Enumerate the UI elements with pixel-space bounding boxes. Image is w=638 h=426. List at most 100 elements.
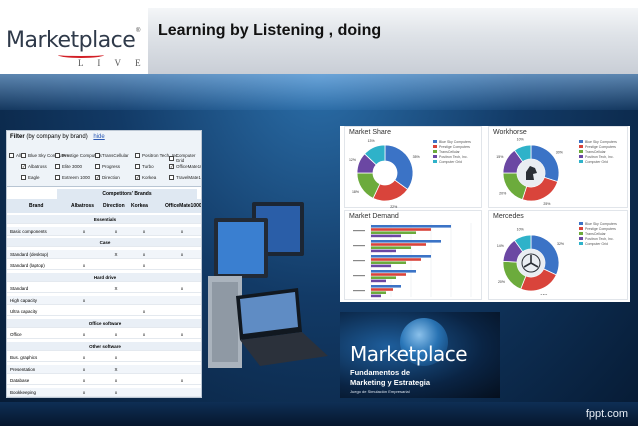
demand-bar: [371, 243, 426, 246]
checkbox-label: Extreem 1000: [62, 175, 91, 180]
demand-bar: [371, 234, 401, 238]
table-row: Ultra capacity x: [7, 307, 201, 316]
slice-label: 15%: [496, 155, 503, 159]
legend-label: Blue Sky Computers: [585, 139, 617, 144]
demand-bar: [371, 228, 431, 231]
checkbox[interactable]: ✓: [95, 175, 100, 180]
workhorse-chart: Workhorse 30% 25% 20% 15% 10% Blue Sky Comput…: [488, 126, 628, 208]
column-header: Direction: [103, 203, 125, 209]
legend-swatch: [579, 237, 583, 240]
checkbox[interactable]: ✓: [21, 164, 26, 169]
demand-bar: [371, 264, 391, 268]
promo-brand: Marketplace: [350, 342, 468, 366]
filter-option-checkbox[interactable]: Eagle: [21, 175, 40, 180]
slice-label: 22%: [390, 205, 397, 209]
legend-label: Prestige Computers: [585, 144, 616, 149]
checkbox-label: OfficeMate1000: [176, 164, 201, 169]
table-row: Presentation x X: [7, 364, 201, 374]
checkbox[interactable]: [21, 153, 26, 158]
checkbox[interactable]: ✓: [169, 164, 174, 169]
filter-hide-link[interactable]: hide: [93, 134, 104, 140]
filter-option-checkbox[interactable]: TravelMate1000: [169, 175, 201, 180]
filter-option-checkbox[interactable]: Elite 3000: [55, 164, 82, 169]
row-label: Standard (laptop): [10, 263, 45, 268]
checkbox[interactable]: ✓: [135, 175, 140, 180]
checkbox[interactable]: [95, 153, 100, 158]
checkbox-label: TravelMate1000: [176, 175, 201, 180]
checkbox[interactable]: [135, 153, 140, 158]
slice-label: 10%: [517, 138, 524, 142]
table-cell: x: [114, 378, 118, 383]
row-label: Standard: [10, 286, 29, 291]
legend-entry: Prestige Computers: [433, 144, 471, 149]
legend-label: TransCellular: [585, 149, 606, 154]
table-cell: x: [142, 309, 146, 314]
table-cell: X: [114, 251, 118, 257]
market-share-chart: Market Share 35% 22% 18% 12% 13% Blue Sky Com…: [344, 126, 482, 209]
demand-bar: [371, 294, 381, 298]
legend-swatch: [433, 140, 437, 143]
marketplace-promo-banner: Marketplace Fundamentos de Marketing y E…: [340, 312, 500, 398]
competitors-brands-header: Competitors' Brands: [57, 189, 197, 199]
filter-option-checkbox[interactable]: ✓ Direction: [95, 175, 120, 180]
table-cell: x: [82, 366, 86, 372]
demand-bar: [371, 225, 451, 228]
table-cell: x: [114, 228, 118, 234]
legend-entry: Blue Sky Computers: [579, 139, 617, 144]
checkbox-label: Turbo: [142, 164, 154, 169]
computers-illustration: [208, 202, 328, 368]
filter-option-checkbox[interactable]: Turbo: [135, 164, 154, 169]
filter-option-checkbox[interactable]: TransCellular: [95, 153, 129, 158]
filter-option-checkbox[interactable]: ✓ Korkea: [135, 175, 156, 180]
row-label: Basic components: [10, 228, 47, 234]
table-section-row: Office software: [7, 318, 201, 328]
filter-option-checkbox[interactable]: Extreem 1000: [55, 175, 90, 180]
legend-label: Computer Grid: [585, 241, 608, 246]
checkbox[interactable]: [21, 175, 26, 180]
legend-label: Positron Tech, Inc.: [585, 236, 614, 241]
table-cell: x: [142, 251, 146, 257]
checkbox[interactable]: [135, 164, 140, 169]
filter-option-checkbox[interactable]: ✓ Albatross: [21, 164, 47, 169]
table-cell: x: [82, 263, 86, 268]
checkbox[interactable]: [55, 164, 60, 169]
table-section-row: Essentials: [7, 215, 201, 224]
table-cell: X: [114, 286, 118, 291]
checkbox[interactable]: [169, 175, 174, 180]
legend-label: Blue Sky Computers: [585, 221, 617, 226]
table-cell: x: [180, 378, 184, 383]
legend-label: Computer Grid: [585, 159, 608, 164]
legend-swatch: [433, 145, 437, 148]
table-cell: x: [180, 251, 184, 257]
row-label: Ultra capacity: [10, 309, 38, 314]
table-section-row: Case: [7, 238, 201, 247]
table-cell: x: [114, 389, 118, 395]
row-label: Database: [10, 378, 30, 383]
slice-label: 14%: [497, 244, 504, 248]
logo-subtext: L I V E: [78, 58, 147, 68]
mercedes-chart: Mercedes 32%24%20%14%10%Blue Sky Compute…: [488, 210, 628, 300]
filter-option-checkbox[interactable]: Progress: [95, 164, 120, 169]
category-tick-label: [353, 260, 365, 262]
checkbox[interactable]: [9, 153, 14, 158]
checkbox[interactable]: [55, 175, 60, 180]
checkbox[interactable]: [169, 155, 174, 161]
demand-bar: [371, 258, 421, 261]
checkbox[interactable]: [55, 153, 60, 158]
filter-all-checkbox[interactable]: All: [9, 153, 21, 158]
slice-label: 18%: [352, 190, 359, 194]
legend-label: Prestige Computers: [439, 144, 470, 149]
checkbox[interactable]: [95, 164, 100, 169]
table-cell: x: [82, 297, 86, 303]
table-cell: X: [114, 366, 118, 372]
category-tick-label: [353, 290, 365, 292]
checkbox-label: Computer Grid: [175, 153, 196, 163]
demand-bar: [371, 246, 411, 249]
filter-option-checkbox[interactable]: ✓OfficeMate1000: [169, 164, 201, 169]
slice-label: 30%: [556, 150, 563, 154]
checkbox-label: TransCellular: [102, 153, 129, 158]
column-header: OfficeMate1000: [165, 203, 202, 209]
logo-registered-mark: ®: [136, 28, 141, 34]
chart-legend: Blue Sky Computers Prestige Computers Tran…: [579, 221, 617, 246]
filter-option-checkbox[interactable]: Computer Grid: [169, 153, 201, 163]
